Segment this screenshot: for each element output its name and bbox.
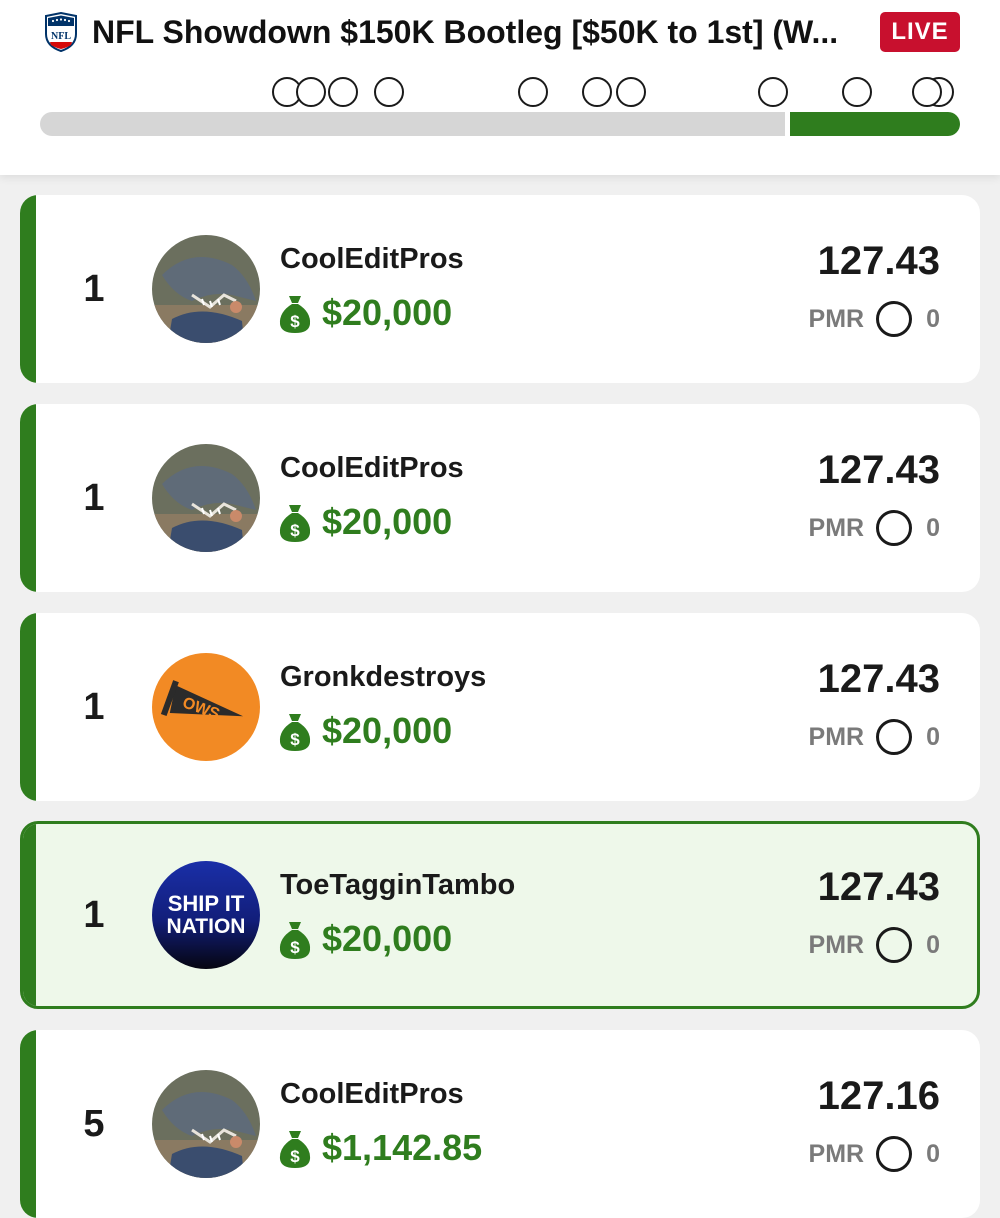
progress-marker — [296, 77, 326, 107]
svg-text:$: $ — [290, 938, 300, 957]
contest-title: NFL Showdown $150K Bootleg [$50K to 1st]… — [92, 14, 839, 50]
pmr-progress-ring-icon — [876, 927, 913, 963]
entry-rank: 1 — [83, 476, 105, 519]
pmr-progress-ring-icon — [876, 301, 913, 337]
live-badge: LIVE — [880, 12, 960, 52]
pmr-label: PMR — [808, 1139, 865, 1168]
pmr-label: PMR — [808, 722, 865, 751]
pmr-label: PMR — [808, 513, 865, 542]
entry-username: ToeTagginTambo — [280, 869, 516, 901]
avatar[interactable] — [152, 235, 260, 343]
pmr-value: 0 — [926, 930, 940, 959]
avatar[interactable]: SHIP IT NATION — [152, 861, 260, 969]
leaderboard-entry[interactable]: 1 CoolEditPros $ $20,000 127.43 PMR 0 — [20, 195, 980, 383]
avatar-logo-text: SHIP IT — [168, 891, 245, 916]
entry-winnings: $20,000 — [322, 292, 453, 333]
svg-text:$: $ — [290, 730, 300, 749]
progress-marker — [616, 77, 646, 107]
entry-username: CoolEditPros — [280, 243, 464, 275]
pmr-row: PMR 0 — [809, 506, 940, 550]
svg-text:$: $ — [290, 312, 300, 331]
entry-rank: 1 — [83, 685, 105, 728]
entry-score: 127.43 — [817, 239, 940, 283]
entry-accent-bar — [20, 613, 36, 801]
svg-text:$: $ — [290, 1147, 300, 1166]
progress-marker — [582, 77, 612, 107]
pmr-value: 0 — [926, 1139, 940, 1168]
winnings-row: $ $1,142.85 — [278, 1126, 482, 1170]
money-bag-icon: $ — [279, 922, 311, 959]
progress-marker — [758, 77, 788, 107]
winnings-row: $ $20,000 — [278, 500, 452, 544]
entry-score: 127.16 — [817, 1074, 940, 1118]
entry-accent-bar — [20, 404, 36, 592]
leaderboard-entry[interactable]: 1 CoolEditPros $ $20,000 127.43 PMR 0 — [20, 404, 980, 592]
svg-text:NFL: NFL — [51, 31, 71, 42]
pmr-label: PMR — [808, 930, 865, 959]
winnings-row: $ $20,000 — [278, 291, 452, 335]
progress-marker — [328, 77, 358, 107]
entry-username: CoolEditPros — [280, 452, 464, 484]
pmr-value: 0 — [926, 304, 940, 333]
contest-header: NFL NFL Showdown $150K Bootleg [$50K to … — [0, 0, 1000, 175]
avatar-logo-text: NATION — [167, 915, 246, 938]
leaderboard-entry[interactable]: 5 CoolEditPros $ $1,142.85 127.16 PMR 0 — [20, 1030, 980, 1218]
progress-marker — [912, 77, 942, 107]
leaderboard-entry-highlighted[interactable]: 1 SHIP IT NATION ToeTagginTambo $ $20,00… — [20, 821, 980, 1009]
money-bag-icon: $ — [279, 505, 311, 542]
pmr-row: PMR 0 — [809, 297, 940, 341]
entry-winnings: $1,142.85 — [322, 1127, 483, 1168]
pmr-value: 0 — [926, 513, 940, 542]
progress-marker — [842, 77, 872, 107]
entry-winnings: $20,000 — [322, 501, 453, 542]
entry-rank: 1 — [83, 267, 105, 310]
entry-score: 127.43 — [817, 865, 940, 909]
entry-accent-bar — [23, 824, 36, 1006]
money-bag-icon: $ — [279, 714, 311, 751]
pmr-row: PMR 0 — [809, 1132, 940, 1176]
avatar[interactable]: OWS — [152, 653, 260, 761]
pmr-progress-ring-icon — [876, 1136, 913, 1172]
money-bag-icon: $ — [279, 1131, 311, 1168]
entry-accent-bar — [20, 195, 36, 383]
pmr-row: PMR 0 — [809, 923, 940, 967]
entry-rank: 5 — [83, 1102, 105, 1145]
nfl-shield-icon: NFL — [45, 12, 77, 52]
money-bag-icon: $ — [279, 296, 311, 333]
avatar[interactable] — [152, 444, 260, 552]
progress-marker — [518, 77, 548, 107]
winnings-row: $ $20,000 — [278, 709, 452, 753]
leaderboard-entry[interactable]: 1 OWS Gronkdestroys $ $20,000 127.43 PMR… — [20, 613, 980, 801]
game-progress-bar — [40, 70, 960, 140]
progress-track-filled — [790, 112, 960, 136]
entry-rank: 1 — [83, 893, 105, 936]
winnings-row: $ $20,000 — [278, 917, 452, 961]
entry-winnings: $20,000 — [322, 710, 453, 751]
entry-username: Gronkdestroys — [280, 661, 487, 693]
pmr-value: 0 — [926, 722, 940, 751]
entry-score: 127.43 — [817, 448, 940, 492]
entry-accent-bar — [20, 1030, 36, 1218]
progress-marker — [374, 77, 404, 107]
progress-track-remaining — [40, 112, 785, 136]
pmr-progress-ring-icon — [876, 510, 913, 546]
entry-score: 127.43 — [817, 657, 940, 701]
pmr-progress-ring-icon — [876, 719, 913, 755]
pmr-row: PMR 0 — [809, 715, 940, 759]
pmr-label: PMR — [808, 304, 865, 333]
avatar[interactable] — [152, 1070, 260, 1178]
svg-text:$: $ — [290, 521, 300, 540]
entry-username: CoolEditPros — [280, 1078, 464, 1110]
entry-winnings: $20,000 — [322, 918, 453, 959]
